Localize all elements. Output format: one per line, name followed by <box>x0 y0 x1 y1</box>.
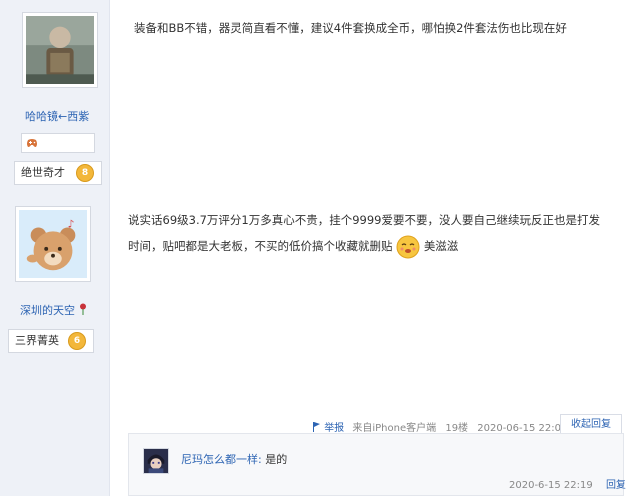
bear-avatar-icon: ♪ <box>19 210 87 278</box>
avatar-user-2[interactable]: ♪ <box>15 206 91 282</box>
sub-reply-content: 是的 <box>261 453 288 466</box>
rose-icon <box>79 303 86 315</box>
username-text: 深圳的天空 <box>20 304 75 317</box>
level-badge: 8 <box>76 164 94 182</box>
sub-reply-meta: 2020-6-15 22:19 回复 <box>509 476 626 491</box>
username-user-1[interactable]: 哈哈镜←西紫 <box>25 108 89 124</box>
post-content-line: 说实话69级3.7万评分1万多真心不贵，挂个9999爱要不要，没人要自己继续玩反… <box>128 213 601 227</box>
avatar-photo-icon <box>26 16 94 84</box>
post-content-text: 时间，贴吧都是大老板，不买的低价搞个收藏就删贴 <box>128 239 393 253</box>
sub-reply-username[interactable]: 尼玛怎么都一样: <box>181 453 262 466</box>
sub-reply-text: 尼玛怎么都一样: 是的 <box>181 451 287 467</box>
badge-box-user-1 <box>21 133 95 153</box>
level-title: 绝世奇才 <box>21 166 65 179</box>
sub-reply-reply-link[interactable]: 回复 <box>606 480 626 491</box>
level-badge: 6 <box>68 332 86 350</box>
emoji-label: 美滋滋 <box>423 239 459 253</box>
gamepad-icon <box>27 139 37 147</box>
post-content-line: 时间，贴吧都是大老板，不买的低价搞个收藏就删贴 美滋滋 <box>128 233 628 259</box>
post-content-1: 装备和BB不错，器灵简直看不懂，建议4件套换成全币，哪怕换2件套法伤也比现在好 <box>134 21 567 35</box>
level-box-user-2[interactable]: 三界菁英 6 <box>8 329 94 353</box>
report-flag-icon <box>313 422 320 432</box>
sub-reply-avatar[interactable] <box>143 448 169 474</box>
sub-reply-time: 2020-6-15 22:19 <box>509 480 593 491</box>
collapse-replies-button[interactable]: 收起回复 <box>560 414 622 434</box>
svg-text:♪: ♪ <box>68 217 75 230</box>
level-box-user-1[interactable]: 绝世奇才 8 <box>14 161 102 185</box>
smug-face-emoji-icon <box>396 235 420 258</box>
sub-reply-panel: 尼玛怎么都一样: 是的 2020-6-15 22:19 回复 <box>128 433 626 496</box>
avatar-user-1[interactable] <box>22 12 98 88</box>
level-title: 三界菁英 <box>15 334 59 347</box>
user-sidebar: 哈哈镜←西紫 绝世奇才 8 ♪ 深圳的天空 三界菁英 6 <box>0 0 110 496</box>
post-content-2: 说实话69级3.7万评分1万多真心不贵，挂个9999爱要不要，没人要自己继续玩反… <box>128 207 628 259</box>
post-tail-bar: 举报 来自iPhone客户端 19楼 2020-06-15 22:06 <box>312 419 567 434</box>
username-user-2[interactable]: 深圳的天空 <box>20 302 87 318</box>
